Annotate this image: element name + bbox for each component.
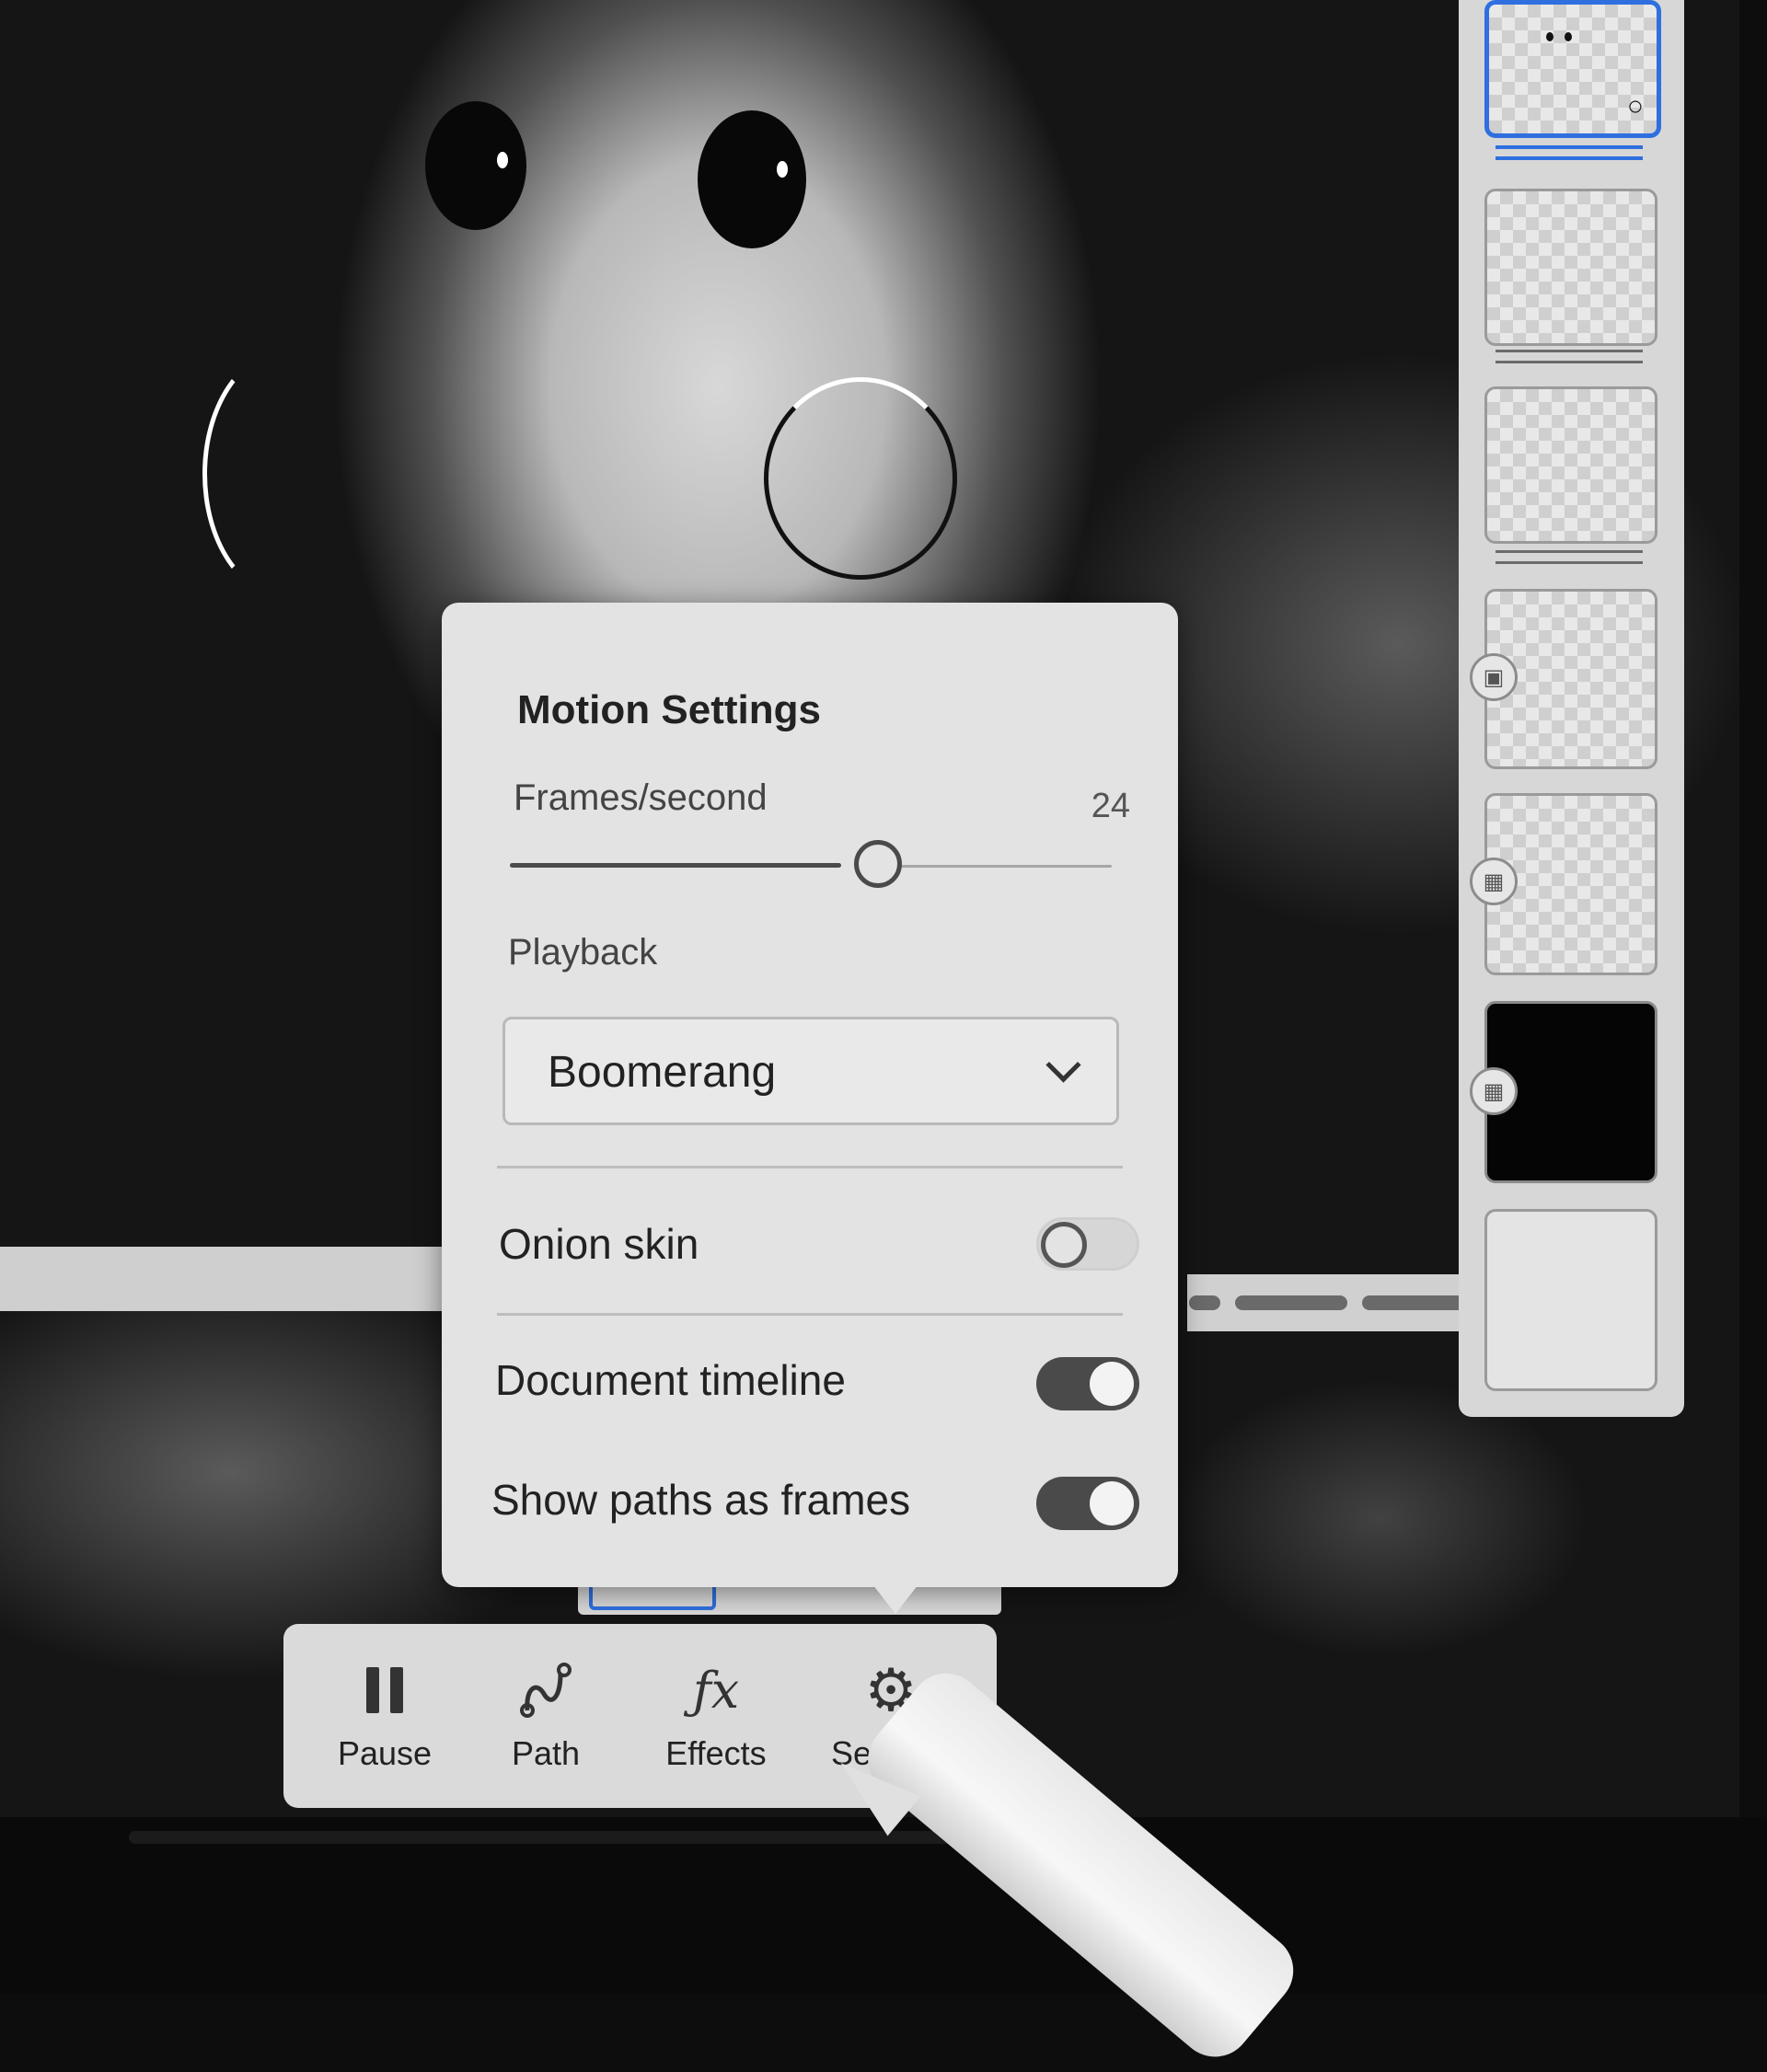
show-paths-toggle[interactable] bbox=[1036, 1477, 1139, 1530]
onion-skin-label: Onion skin bbox=[499, 1220, 699, 1268]
ghost-left-eye bbox=[425, 101, 526, 230]
playback-dropdown[interactable]: Boomerang bbox=[502, 1017, 1119, 1125]
motion-settings-popover: Motion Settings Frames/second 24 Playbac… bbox=[442, 603, 1178, 1587]
playback-value: Boomerang bbox=[548, 1048, 777, 1097]
fps-slider-track[interactable] bbox=[885, 865, 1112, 868]
popover-arrow bbox=[870, 1581, 921, 1614]
chevron-down-icon bbox=[1045, 1047, 1081, 1083]
thumb-eye bbox=[1546, 32, 1553, 41]
fps-label: Frames/second bbox=[514, 777, 768, 818]
onion-skin-toggle[interactable] bbox=[1036, 1217, 1139, 1271]
pause-label: Pause bbox=[337, 1734, 433, 1772]
fps-slider-thumb[interactable] bbox=[854, 840, 902, 888]
frame-separator bbox=[1496, 145, 1643, 149]
timeline-dash bbox=[1235, 1295, 1347, 1310]
thumb-eye bbox=[1565, 32, 1572, 41]
popover-title: Motion Settings bbox=[517, 687, 821, 732]
frame-thumbnail-2[interactable] bbox=[1484, 189, 1657, 346]
path-icon bbox=[516, 1661, 575, 1720]
divider bbox=[497, 1166, 1123, 1168]
divider bbox=[497, 1313, 1123, 1316]
document-timeline-label: Document timeline bbox=[495, 1356, 846, 1404]
pattern-icon[interactable]: ▦ bbox=[1470, 1067, 1518, 1115]
timeline-dash bbox=[1362, 1295, 1472, 1310]
effects-button[interactable]: ƒx Effects bbox=[638, 1624, 794, 1808]
frame-separator bbox=[1496, 550, 1643, 553]
path-label: Path bbox=[511, 1734, 581, 1772]
effects-label: Effects bbox=[665, 1734, 767, 1772]
frame-separator bbox=[1496, 361, 1643, 363]
pattern-icon[interactable]: ▦ bbox=[1470, 858, 1518, 905]
pause-button[interactable]: Pause bbox=[306, 1624, 463, 1808]
timeline-rail-left bbox=[0, 1247, 460, 1311]
pause-icon bbox=[355, 1661, 414, 1720]
document-timeline-toggle[interactable] bbox=[1036, 1357, 1139, 1410]
frame-separator bbox=[1496, 561, 1643, 564]
playback-label: Playback bbox=[508, 932, 658, 973]
fps-slider-fill bbox=[510, 863, 841, 868]
fx-icon: ƒx bbox=[692, 1661, 740, 1720]
timeline-dash bbox=[1189, 1295, 1220, 1310]
ghost-left-wing bbox=[202, 350, 368, 598]
frame-thumbnail-1[interactable]: ○ bbox=[1484, 0, 1661, 138]
fps-value: 24 bbox=[1091, 787, 1130, 825]
frame-separator bbox=[1496, 156, 1643, 160]
frame-thumbnail-3[interactable] bbox=[1484, 386, 1657, 544]
path-button[interactable]: Path bbox=[468, 1624, 624, 1808]
ghost-right-wing bbox=[764, 377, 957, 580]
frame-thumbnail-7[interactable] bbox=[1484, 1209, 1657, 1391]
show-paths-label: Show paths as frames bbox=[491, 1476, 911, 1524]
toggle-knob bbox=[1090, 1481, 1134, 1525]
toggle-knob bbox=[1041, 1222, 1087, 1268]
image-icon[interactable]: ▣ bbox=[1470, 653, 1518, 701]
frames-panel: ○ ▣ ▦ ▦ bbox=[1459, 0, 1684, 1417]
layers-icon: ○ bbox=[1626, 91, 1644, 121]
frame-separator bbox=[1496, 350, 1643, 352]
ghost-right-eye bbox=[698, 110, 806, 248]
toggle-knob bbox=[1090, 1362, 1134, 1406]
